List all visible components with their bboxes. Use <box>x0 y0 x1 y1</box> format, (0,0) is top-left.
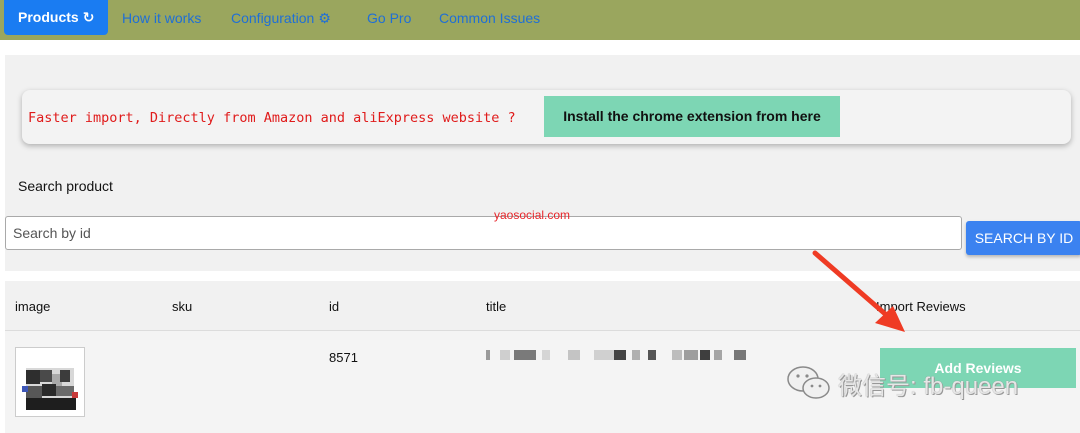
column-header-sku: sku <box>172 299 193 314</box>
row-id: 8571 <box>329 350 358 365</box>
row-title-redacted <box>486 350 748 360</box>
wechat-id-text: 微信号: fb-queen <box>838 373 1019 400</box>
column-header-id: id <box>329 299 340 314</box>
column-header-title: title <box>486 299 507 314</box>
tab-go-pro[interactable]: Go Pro <box>367 0 411 36</box>
site-watermark: yaosocial.com <box>494 208 571 222</box>
refresh-icon: ↻ <box>82 9 95 25</box>
cogs-icon: ⚙ <box>318 10 331 26</box>
search-label: Search product <box>18 178 113 194</box>
tab-configuration[interactable]: Configuration ⚙ <box>231 0 331 36</box>
tab-products[interactable]: Products ↻ <box>4 0 109 35</box>
tab-products-label: Products <box>18 9 79 25</box>
promo-banner: Faster import, Directly from Amazon and … <box>22 90 1071 144</box>
promo-text: Faster import, Directly from Amazon and … <box>28 110 516 126</box>
search-by-id-button[interactable]: SEARCH BY ID <box>966 221 1080 255</box>
tab-common-issues[interactable]: Common Issues <box>439 0 540 36</box>
wechat-icon <box>787 366 830 399</box>
red-arrow-annotation <box>812 250 905 332</box>
top-navbar: Products ↻ How it works Configuration ⚙ Go… <box>0 0 1080 40</box>
tab-how-it-works[interactable]: How it works <box>122 0 201 36</box>
install-extension-button[interactable]: Install the chrome extension from here <box>544 96 840 137</box>
product-image <box>15 347 85 417</box>
tab-configuration-label: Configuration <box>231 10 315 26</box>
column-header-image: image <box>15 299 51 314</box>
